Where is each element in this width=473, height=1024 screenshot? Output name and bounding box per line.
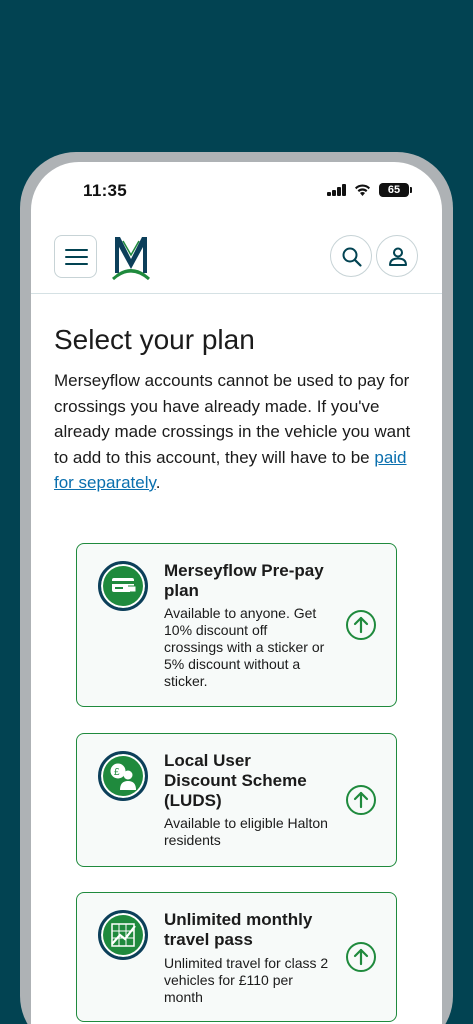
app-screen: 11:35 65 Select your plan Merseyflow acc… xyxy=(31,162,442,1024)
wifi-icon xyxy=(355,184,370,196)
battery-icon: 65 xyxy=(379,183,409,197)
plan-description: Available to anyone. Get 10% discount of… xyxy=(164,605,325,689)
plan-description: Unlimited travel for class 2 vehicles fo… xyxy=(164,955,329,1005)
page-title: Select your plan xyxy=(54,324,255,355)
plan-title: Merseyflow Pre-pay plan xyxy=(164,561,324,600)
plan-title: Local User Discount Scheme (LUDS) xyxy=(164,751,307,810)
battery-tip xyxy=(410,187,412,193)
intro-text: Merseyflow accounts cannot be used to pa… xyxy=(54,371,411,467)
card-payment-icon xyxy=(98,561,148,611)
search-icon xyxy=(342,247,362,267)
status-bar: 11:35 65 xyxy=(31,162,442,220)
svg-text:£: £ xyxy=(114,767,120,778)
user-icon xyxy=(389,247,407,266)
arrow-up-circle-icon[interactable] xyxy=(345,941,377,973)
calendar-trend-icon xyxy=(98,910,148,960)
status-time: 11:35 xyxy=(83,181,128,200)
cellular-signal-icon xyxy=(327,184,347,196)
plan-title: Unlimited monthly travel pass xyxy=(164,910,313,949)
account-button[interactable] xyxy=(376,235,418,277)
plan-description: Available to eligible Halton residents xyxy=(164,815,328,848)
menu-button[interactable] xyxy=(54,235,97,278)
plan-card-monthly-pass[interactable]: Unlimited monthly travel pass Unlimited … xyxy=(76,892,397,1022)
arrow-up-circle-icon[interactable] xyxy=(345,609,377,641)
local-user-icon: £ xyxy=(98,751,148,801)
app-header xyxy=(31,220,442,294)
intro-paragraph: Merseyflow accounts cannot be used to pa… xyxy=(54,368,422,496)
arrow-up-circle-icon[interactable] xyxy=(345,784,377,816)
merseyflow-logo-icon[interactable] xyxy=(111,235,151,281)
intro-end: . xyxy=(155,473,161,492)
search-button[interactable] xyxy=(330,235,372,277)
plan-card-luds[interactable]: £ Local User Discount Scheme (LUDS) Avai… xyxy=(76,733,397,867)
plan-card-prepay[interactable]: Merseyflow Pre-pay plan Available to any… xyxy=(76,543,397,707)
